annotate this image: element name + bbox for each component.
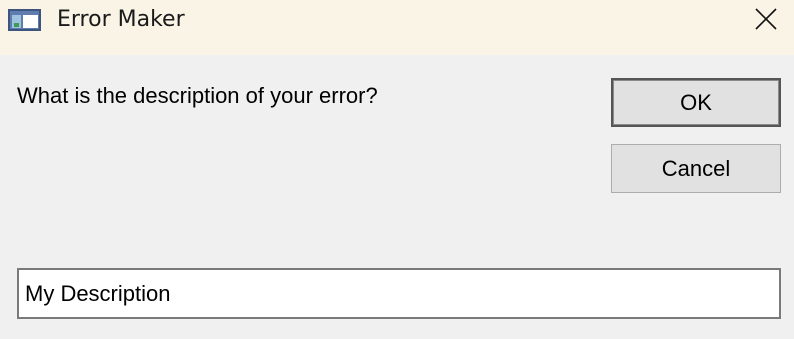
title-bar[interactable]: Error Maker [0,0,794,55]
description-input[interactable] [17,268,781,319]
error-maker-window: Error Maker What is the description of y… [0,0,794,339]
close-icon [755,8,777,30]
cancel-button[interactable]: Cancel [611,144,781,193]
window-title: Error Maker [57,7,185,32]
close-button[interactable] [738,0,794,40]
ok-button[interactable]: OK [611,78,781,127]
app-icon [8,9,41,31]
prompt-label: What is the description of your error? [17,83,378,108]
